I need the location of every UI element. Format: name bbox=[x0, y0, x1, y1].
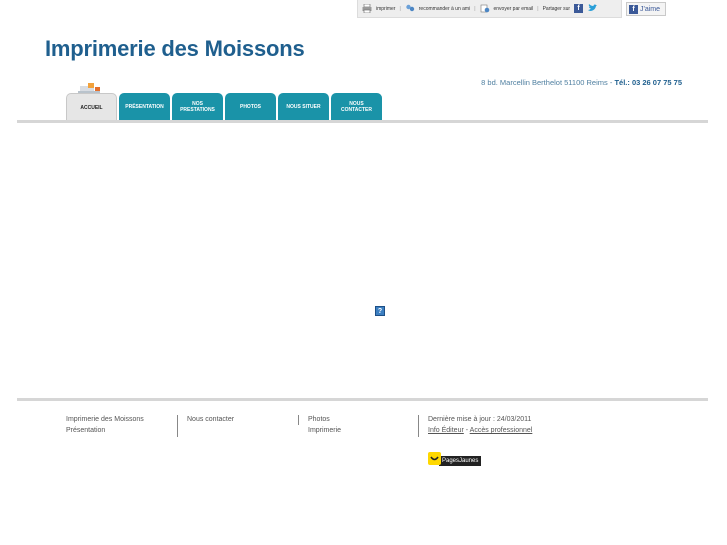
footer-column-1: Imprimerie des Moissons Présentation bbox=[66, 414, 144, 436]
facebook-like-button[interactable]: f J'aime bbox=[626, 2, 666, 16]
tab-photos[interactable]: PHOTOS bbox=[225, 93, 276, 121]
tab-accueil[interactable]: ACCUEIL bbox=[66, 93, 117, 121]
footer-column-3: Photos Imprimerie bbox=[308, 414, 341, 436]
missing-plugin-icon: ? bbox=[375, 306, 385, 316]
footer-link[interactable]: Nous contacter bbox=[187, 414, 234, 425]
twitter-icon[interactable] bbox=[587, 4, 598, 13]
tab-nous-situer[interactable]: NOUS SITUER bbox=[278, 93, 329, 121]
nav-divider bbox=[17, 120, 708, 123]
email-icon[interactable] bbox=[480, 4, 490, 13]
pagesjaunes-logo-icon bbox=[428, 451, 441, 465]
footer-link[interactable]: Imprimerie bbox=[308, 425, 341, 436]
divider: | bbox=[474, 5, 476, 12]
footer-separator bbox=[298, 415, 299, 425]
footer-link[interactable]: Présentation bbox=[66, 425, 144, 436]
footer-dash: - bbox=[465, 427, 469, 434]
facebook-icon: f bbox=[629, 4, 638, 14]
print-link[interactable]: imprimer bbox=[376, 6, 395, 12]
footer-column-2: Nous contacter bbox=[187, 414, 234, 425]
acces-professionnel-link[interactable]: Accès professionnel bbox=[470, 427, 533, 434]
divider: | bbox=[399, 5, 401, 12]
recommend-icon[interactable] bbox=[405, 4, 415, 13]
phone-number: Tél.: 03 26 07 75 75 bbox=[614, 78, 682, 87]
divider: | bbox=[537, 5, 539, 12]
footer-link[interactable]: Imprimerie des Moissons bbox=[66, 414, 144, 425]
footer-links-row: Info Éditeur - Accès professionnel bbox=[428, 425, 532, 436]
footer-divider bbox=[17, 398, 708, 401]
recommend-link[interactable]: recommander à un ami bbox=[419, 6, 470, 12]
tab-presentation[interactable]: PRÉSENTATION bbox=[119, 93, 170, 121]
site-title[interactable]: Imprimerie des Moissons bbox=[45, 36, 305, 62]
address-text: 8 bd. Marcellin Berthelot 51100 Reims - bbox=[481, 78, 613, 87]
share-toolbar: imprimer | recommander à un ami | envoye… bbox=[357, 0, 622, 18]
footer-separator bbox=[418, 415, 419, 437]
footer-separator bbox=[177, 415, 178, 437]
pagesjaunes-badge[interactable]: PagesJaunes bbox=[428, 450, 482, 466]
like-label: J'aime bbox=[640, 5, 661, 13]
email-link[interactable]: envoyer par email bbox=[494, 6, 534, 12]
contact-address: 8 bd. Marcellin Berthelot 51100 Reims - … bbox=[430, 78, 682, 87]
share-label: Partager sur bbox=[542, 5, 571, 12]
footer-link[interactable]: Photos bbox=[308, 414, 341, 425]
printer-icon[interactable] bbox=[362, 4, 372, 13]
tab-nous-contacter[interactable]: NOUS CONTACTER bbox=[331, 93, 382, 121]
pagesjaunes-label: PagesJaunes bbox=[439, 455, 482, 466]
last-update-text: Dernière mise à jour : 24/03/2011 bbox=[428, 416, 532, 423]
tab-nos-prestations[interactable]: NOS PRESTATIONS bbox=[172, 93, 223, 121]
main-nav: ACCUEIL PRÉSENTATION NOS PRESTATIONS PHO… bbox=[66, 93, 382, 121]
info-editeur-link[interactable]: Info Éditeur bbox=[428, 427, 464, 434]
footer-column-4: Dernière mise à jour : 24/03/2011 Info É… bbox=[428, 414, 532, 436]
facebook-icon[interactable]: f bbox=[574, 4, 584, 13]
